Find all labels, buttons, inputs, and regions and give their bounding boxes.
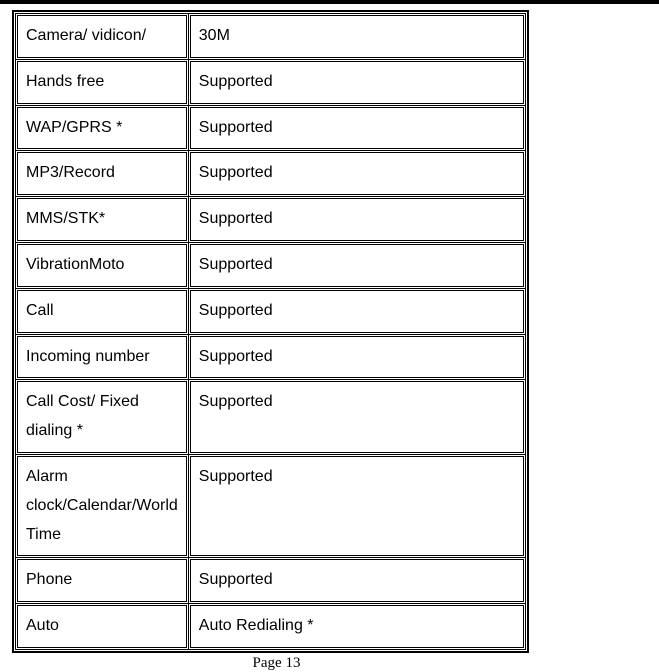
table-row: MP3/Record Supported xyxy=(17,152,524,195)
spec-label: Phone xyxy=(17,559,187,602)
spec-label: WAP/GPRS * xyxy=(17,107,187,150)
spec-value: Supported xyxy=(190,198,524,241)
table-row: Phone Supported xyxy=(17,559,524,602)
spec-value: Auto Redialing * xyxy=(190,605,524,648)
table-row: MMS/STK* Supported xyxy=(17,198,524,241)
spec-value: Supported xyxy=(190,107,524,150)
spec-value: Supported xyxy=(190,244,524,287)
table-row: Camera/ vidicon/ 30M xyxy=(17,15,524,58)
spec-value: Supported xyxy=(190,290,524,333)
table-row: Alarm clock/Calendar/World Time Supporte… xyxy=(17,456,524,556)
spec-value: Supported xyxy=(190,336,524,379)
spec-label: Call xyxy=(17,290,187,333)
spec-label: MMS/STK* xyxy=(17,198,187,241)
spec-value: Supported xyxy=(190,456,524,556)
spec-value: Supported xyxy=(190,61,524,104)
spec-label: Call Cost/ Fixed dialing * xyxy=(17,381,187,453)
spec-value: Supported xyxy=(190,381,524,453)
spec-label: Auto xyxy=(17,605,187,648)
table-row: WAP/GPRS * Supported xyxy=(17,107,524,150)
spec-value: Supported xyxy=(190,152,524,195)
table-row: Auto Auto Redialing * xyxy=(17,605,524,648)
spec-table-container: Camera/ vidicon/ 30M Hands free Supporte… xyxy=(0,4,541,653)
spec-value: Supported xyxy=(190,559,524,602)
spec-value: 30M xyxy=(190,15,524,58)
table-row: Hands free Supported xyxy=(17,61,524,104)
table-row: Incoming number Supported xyxy=(17,336,524,379)
spec-label: Incoming number xyxy=(17,336,187,379)
table-row: Call Supported xyxy=(17,290,524,333)
page-number: Page 13 xyxy=(0,655,541,672)
spec-table: Camera/ vidicon/ 30M Hands free Supporte… xyxy=(12,10,529,653)
table-row: Call Cost/ Fixed dialing * Supported xyxy=(17,381,524,453)
spec-label: Alarm clock/Calendar/World Time xyxy=(17,456,187,556)
spec-label: VibrationMoto xyxy=(17,244,187,287)
spec-label: Hands free xyxy=(17,61,187,104)
table-row: VibrationMoto Supported xyxy=(17,244,524,287)
spec-label: Camera/ vidicon/ xyxy=(17,15,187,58)
spec-label: MP3/Record xyxy=(17,152,187,195)
